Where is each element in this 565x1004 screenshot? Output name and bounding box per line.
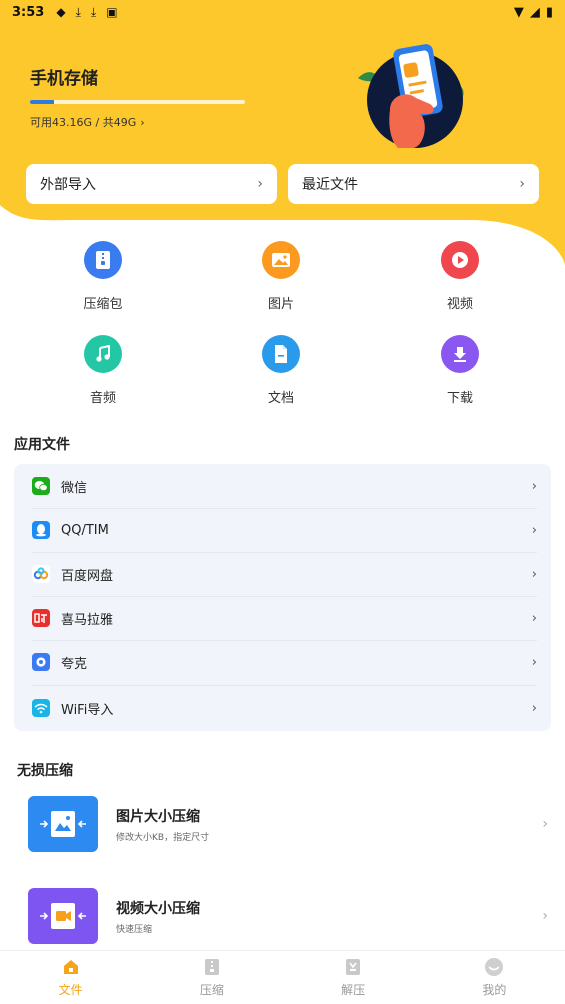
storage-info-text: 可用43.16G / 共49G [30,116,137,129]
download-notification-icon: ⤓ [75,4,81,19]
app-item-label: 夸克 [61,656,88,672]
storage-progress-fill [30,100,54,104]
nav-tab-label: 解压 [341,983,366,997]
chevron-right-icon: › [257,176,263,192]
download-icon [441,335,479,373]
category-images[interactable]: 图片 [231,241,331,312]
category-label: 压缩包 [83,297,123,312]
status-time: 3:53 [12,4,45,20]
storage-info-link[interactable]: 可用43.16G / 共49G › [30,114,145,130]
app-files-title: 应用文件 [14,437,70,453]
chevron-right-icon: › [519,176,525,192]
app-item-label: WiFi导入 [61,702,114,718]
quark-icon [32,653,50,671]
chevron-right-icon: › [531,700,537,716]
chevron-right-icon: › [531,654,537,670]
chevron-right-icon: › [531,522,537,538]
wechat-icon [32,477,50,495]
category-label: 文档 [267,391,294,406]
chevron-right-icon: › [531,610,537,626]
notification-icon: ◆ [56,5,66,19]
card-title: 图片大小压缩 [116,808,200,825]
status-bar: 3:53 ◆ ⤓ ⤓ ▣ ▼ ◢ ▮ [0,0,565,24]
category-label: 音频 [89,391,116,406]
image-compress-icon [28,796,98,852]
home-icon [63,960,78,974]
external-import-button[interactable]: 外部导入 › [26,164,277,204]
category-label: 视频 [446,297,473,312]
category-audio[interactable]: 音频 [53,335,153,406]
bottom-navigation: 文件 压缩 解压 我的 [0,950,565,1004]
download-notification-icon: ⤓ [90,4,97,19]
nav-tab-extract[interactable]: 解压 [283,951,424,1004]
wifi-icon [32,699,50,717]
app-item-wifi-import[interactable]: WiFi导入 › [14,686,551,730]
app-item-wechat[interactable]: 微信 › [14,464,551,508]
storage-title: 手机存储 [30,69,98,89]
profile-icon [485,958,504,976]
storage-progress-bar [30,100,245,104]
wifi-signal-icon: ▼ [513,4,524,20]
nav-tab-profile[interactable]: 我的 [424,951,565,1004]
category-label: 图片 [267,297,294,312]
app-item-label: 喜马拉雅 [61,612,114,628]
baidu-netdisk-icon [32,565,50,583]
card-subtitle: 快速压缩 [116,924,153,935]
play-icon [441,241,479,279]
app-item-label: 微信 [61,480,88,496]
app-item-ximalaya[interactable]: 喜马拉雅 › [14,596,551,640]
nav-tab-label: 我的 [482,983,507,997]
cell-signal-icon: ◢ [529,4,540,20]
card-subtitle: 修改大小KB，指定尺寸 [116,832,210,843]
app-item-baidu-netdisk[interactable]: 百度网盘 › [14,552,551,596]
qq-icon [32,521,50,539]
image-compress-card[interactable]: 图片大小压缩 修改大小KB，指定尺寸 › [28,795,548,853]
music-icon [84,335,122,373]
external-import-label: 外部导入 [40,177,96,193]
chevron-right-icon: › [531,478,537,494]
app-item-label: QQ/TIM [61,522,109,538]
nav-tab-compress[interactable]: 压缩 [141,951,282,1004]
nav-tab-label: 文件 [58,983,83,997]
app-notification-icon: ▣ [106,5,118,19]
category-videos[interactable]: 视频 [410,241,510,312]
nav-tab-label: 压缩 [199,983,224,997]
video-compress-card[interactable]: 视频大小压缩 快速压缩 › [28,887,548,945]
recent-files-label: 最近文件 [302,177,358,193]
image-icon [262,241,300,279]
category-downloads[interactable]: 下载 [410,335,510,406]
video-compress-icon [28,888,98,944]
extract-icon [346,959,361,975]
chevron-right-icon: › [542,816,548,832]
category-archives[interactable]: 压缩包 [53,241,153,312]
card-title: 视频大小压缩 [116,900,200,917]
lossless-compress-title: 无损压缩 [17,763,73,779]
ximalaya-icon [32,609,50,627]
category-label: 下载 [446,391,473,406]
app-item-qq-tim[interactable]: QQ/TIM › [14,508,551,552]
app-item-label: 百度网盘 [61,568,114,584]
chevron-right-icon: › [542,908,548,924]
chevron-right-icon: › [531,566,537,582]
recent-files-button[interactable]: 最近文件 › [288,164,539,204]
document-icon [262,335,300,373]
compress-icon [204,959,219,975]
nav-tab-files[interactable]: 文件 [0,951,141,1004]
phone-hand-illustration [358,44,464,148]
app-item-quark[interactable]: 夸克 › [14,640,551,684]
app-files-list: 微信 › QQ/TIM › 百度网盘 › 喜马拉雅 › 夸克 › WiFi导入 … [14,464,551,731]
zip-icon [84,241,122,279]
battery-icon: ▮ [545,4,553,20]
category-documents[interactable]: 文档 [231,335,331,406]
chevron-right-icon: › [140,115,145,129]
